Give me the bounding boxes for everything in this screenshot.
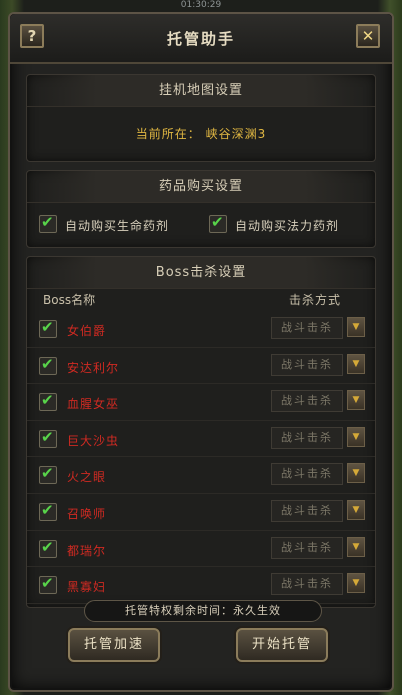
potion-options-row: 自动购买生命药剂 自动购买法力药剂	[27, 203, 375, 247]
mp-potion-label: 自动购买法力药剂	[235, 219, 340, 233]
boss-checkbox[interactable]	[39, 538, 57, 558]
current-map-line: 当前所在： 峡谷深渊3	[27, 125, 375, 142]
boss-settings-section: Boss击杀设置 Boss名称 击杀方式 女伯爵 战斗击杀 ▼ 安达利尔 战斗击…	[26, 256, 376, 608]
boss-row: 都瑞尔 战斗击杀 ▼	[27, 531, 375, 568]
close-button[interactable]: ✕	[356, 24, 380, 48]
current-map-value: 峡谷深渊3	[205, 127, 267, 141]
boss-row: 女伯爵 战斗击杀 ▼	[27, 311, 375, 348]
boss-name: 黑寡妇	[67, 580, 107, 595]
potion-settings-section: 药品购买设置 自动购买生命药剂 自动购买法力药剂	[26, 170, 376, 248]
boss-row: 巨大沙虫 战斗击杀 ▼	[27, 421, 375, 458]
boss-checkbox[interactable]	[39, 391, 57, 412]
boss-row: 召唤师 战斗击杀 ▼	[27, 494, 375, 531]
chevron-down-icon[interactable]: ▼	[347, 353, 365, 374]
boss-checkbox[interactable]	[39, 428, 57, 448]
vip-remaining-time: 托管特权剩余时间：永久生效	[84, 600, 322, 622]
boss-name: 巨大沙虫	[67, 433, 120, 448]
boss-row: 黑寡妇 战斗击杀 ▼	[27, 567, 375, 604]
boss-name-column: Boss名称	[43, 293, 96, 307]
boss-column-headers: Boss名称 击杀方式	[27, 289, 375, 311]
boss-name: 安达利尔	[67, 360, 120, 375]
boss-name: 火之眼	[67, 470, 107, 485]
hosting-speedup-button[interactable]: 托管加速	[68, 628, 160, 662]
chevron-down-icon[interactable]: ▼	[347, 390, 365, 411]
kill-mode-select[interactable]: 战斗击杀	[271, 426, 343, 449]
chevron-down-icon[interactable]: ▼	[347, 499, 365, 520]
auto-hosting-panel: ? 托管助手 ✕ 挂机地图设置 当前所在： 峡谷深渊3 药品购买设置 自动购买生…	[8, 12, 394, 692]
chevron-down-icon[interactable]: ▼	[347, 536, 365, 557]
boss-name: 女伯爵	[67, 324, 107, 338]
boss-name: 都瑞尔	[67, 543, 107, 558]
kill-mode-select[interactable]: 战斗击杀	[271, 317, 343, 339]
boss-checkbox[interactable]	[39, 464, 57, 485]
kill-mode-select[interactable]: 战斗击杀	[271, 536, 343, 559]
kill-mode-select[interactable]: 战斗击杀	[271, 499, 343, 522]
boss-checkbox[interactable]	[39, 574, 57, 595]
boss-row: 安达利尔 战斗击杀 ▼	[27, 348, 375, 385]
kill-mode-select[interactable]: 战斗击杀	[271, 573, 343, 596]
hp-potion-label: 自动购买生命药剂	[65, 219, 170, 233]
kill-mode-select[interactable]: 战斗击杀	[271, 353, 343, 376]
boss-row: 血腥女巫 战斗击杀 ▼	[27, 384, 375, 421]
boss-checkbox[interactable]	[39, 355, 57, 375]
current-map-label: 当前所在：	[135, 127, 201, 141]
chevron-down-icon[interactable]: ▼	[347, 463, 365, 484]
boss-checkbox[interactable]	[39, 501, 57, 521]
boss-row: 火之眼 战斗击杀 ▼	[27, 457, 375, 494]
boss-name: 血腥女巫	[67, 397, 120, 412]
map-settings-header: 挂机地图设置	[27, 75, 375, 107]
chevron-down-icon[interactable]: ▼	[347, 426, 365, 447]
boss-list: 女伯爵 战斗击杀 ▼ 安达利尔 战斗击杀 ▼ 血腥女巫 战斗击杀 ▼ 巨大沙虫 …	[27, 311, 375, 604]
kill-mode-select[interactable]: 战斗击杀	[271, 463, 343, 486]
boss-name: 召唤师	[67, 506, 107, 521]
boss-checkbox[interactable]	[39, 318, 57, 338]
clock-text: 01:30:29	[180, 0, 222, 10]
kill-mode-column: 击杀方式	[289, 293, 342, 307]
hp-potion-checkbox[interactable]	[39, 213, 57, 233]
panel-title: 托管助手	[166, 30, 235, 48]
chevron-down-icon[interactable]: ▼	[347, 573, 365, 594]
potion-settings-header: 药品购买设置	[27, 171, 375, 203]
boss-settings-header: Boss击杀设置	[27, 257, 375, 289]
map-settings-section: 挂机地图设置 当前所在： 峡谷深渊3	[26, 74, 376, 162]
chevron-down-icon[interactable]: ▼	[347, 317, 365, 337]
kill-mode-select[interactable]: 战斗击杀	[271, 390, 343, 413]
mp-potion-checkbox[interactable]	[209, 213, 227, 233]
title-bar: ? 托管助手 ✕	[10, 14, 392, 64]
start-hosting-button[interactable]: 开始托管	[236, 628, 328, 662]
